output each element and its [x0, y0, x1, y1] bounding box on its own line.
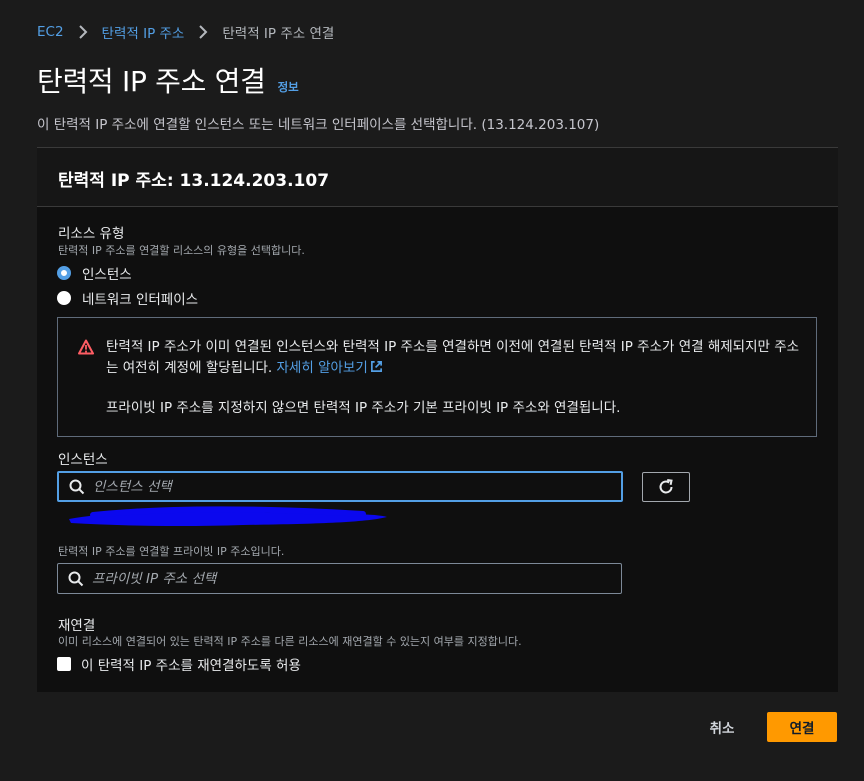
chevron-right-icon — [73, 22, 93, 42]
page-header: 탄력적 IP 주소 연결 정보 — [37, 60, 299, 100]
info-link[interactable]: 정보 — [278, 79, 299, 95]
warning-alert: 탄력적 IP 주소가 이미 연결된 인스턴스와 탄력적 IP 주소를 연결하면 … — [57, 317, 817, 437]
refresh-button[interactable] — [642, 472, 690, 502]
main-panel: 탄력적 IP 주소: 13.124.203.107 리소스 유형 탄력적 IP … — [37, 147, 838, 692]
warning-icon — [78, 339, 94, 355]
alert-body: 탄력적 IP 주소가 이미 연결된 인스턴스와 탄력적 IP 주소를 연결하면 … — [106, 337, 806, 419]
alert-message: 탄력적 IP 주소가 이미 연결된 인스턴스와 탄력적 IP 주소를 연결하면 … — [106, 337, 806, 379]
panel-title: 탄력적 IP 주소: 13.124.203.107 — [58, 171, 330, 191]
private-ip-search-input[interactable] — [92, 564, 621, 593]
redaction-mark — [69, 506, 387, 527]
learn-more-link[interactable]: 자세히 알아보기 — [277, 360, 383, 376]
radio-network-interface[interactable]: 네트워크 인터페이스 — [57, 288, 198, 308]
reassociation-checkbox-label: 이 탄력적 IP 주소를 재연결하도록 허용 — [81, 658, 301, 674]
chevron-right-icon — [193, 22, 213, 42]
page-title: 탄력적 IP 주소 연결 — [37, 65, 266, 98]
external-link-icon — [370, 361, 382, 372]
search-icon — [68, 571, 84, 586]
breadcrumb-ec2[interactable]: EC2 — [37, 24, 64, 40]
private-ip-search[interactable] — [57, 563, 622, 594]
breadcrumb: EC2 탄력적 IP 주소 탄력적 IP 주소 연결 — [37, 22, 334, 42]
radio-instance[interactable]: 인스턴스 — [57, 263, 132, 283]
instance-search[interactable] — [57, 471, 623, 502]
resource-type-label: 리소스 유형 — [58, 226, 125, 242]
instance-label: 인스턴스 — [58, 452, 108, 468]
page-description: 이 탄력적 IP 주소에 연결할 인스턴스 또는 네트워크 인터페이스를 선택합… — [37, 117, 600, 133]
radio-instance-label: 인스턴스 — [82, 267, 132, 283]
panel-header: 탄력적 IP 주소: 13.124.203.107 — [37, 148, 838, 207]
private-ip-description: 탄력적 IP 주소를 연결할 프라이빗 IP 주소입니다. — [58, 545, 285, 558]
refresh-icon — [659, 479, 673, 494]
associate-button[interactable]: 연결 — [767, 712, 837, 742]
learn-more-link-label[interactable]: 자세히 알아보기 — [277, 360, 368, 376]
instance-search-input[interactable] — [93, 473, 621, 500]
resource-type-description: 탄력적 IP 주소를 연결할 리소스의 유형을 선택합니다. — [58, 244, 305, 257]
alert-text: 탄력적 IP 주소가 이미 연결된 인스턴스와 탄력적 IP 주소를 연결하면 … — [106, 339, 800, 376]
alert-note: 프라이빗 IP 주소를 지정하지 않으면 탄력적 IP 주소가 기본 프라이빗 … — [106, 400, 621, 416]
breadcrumb-elastic-ip[interactable]: 탄력적 IP 주소 — [102, 22, 185, 42]
cancel-button[interactable]: 취소 — [694, 715, 750, 739]
reassociation-label: 재연결 — [58, 618, 96, 634]
reassociation-description: 이미 리소스에 연결되어 있는 탄력적 IP 주소를 다른 리소스에 재연결할 … — [58, 635, 522, 648]
breadcrumb-current: 탄력적 IP 주소 연결 — [222, 26, 335, 42]
reassociation-checkbox-row[interactable]: 이 탄력적 IP 주소를 재연결하도록 허용 — [57, 654, 301, 674]
radio-network-interface-label: 네트워크 인터페이스 — [82, 292, 199, 308]
radio-network-interface-control[interactable] — [57, 291, 71, 305]
radio-instance-control[interactable] — [57, 266, 71, 280]
search-icon — [69, 479, 85, 494]
reassociation-checkbox[interactable] — [57, 657, 71, 671]
